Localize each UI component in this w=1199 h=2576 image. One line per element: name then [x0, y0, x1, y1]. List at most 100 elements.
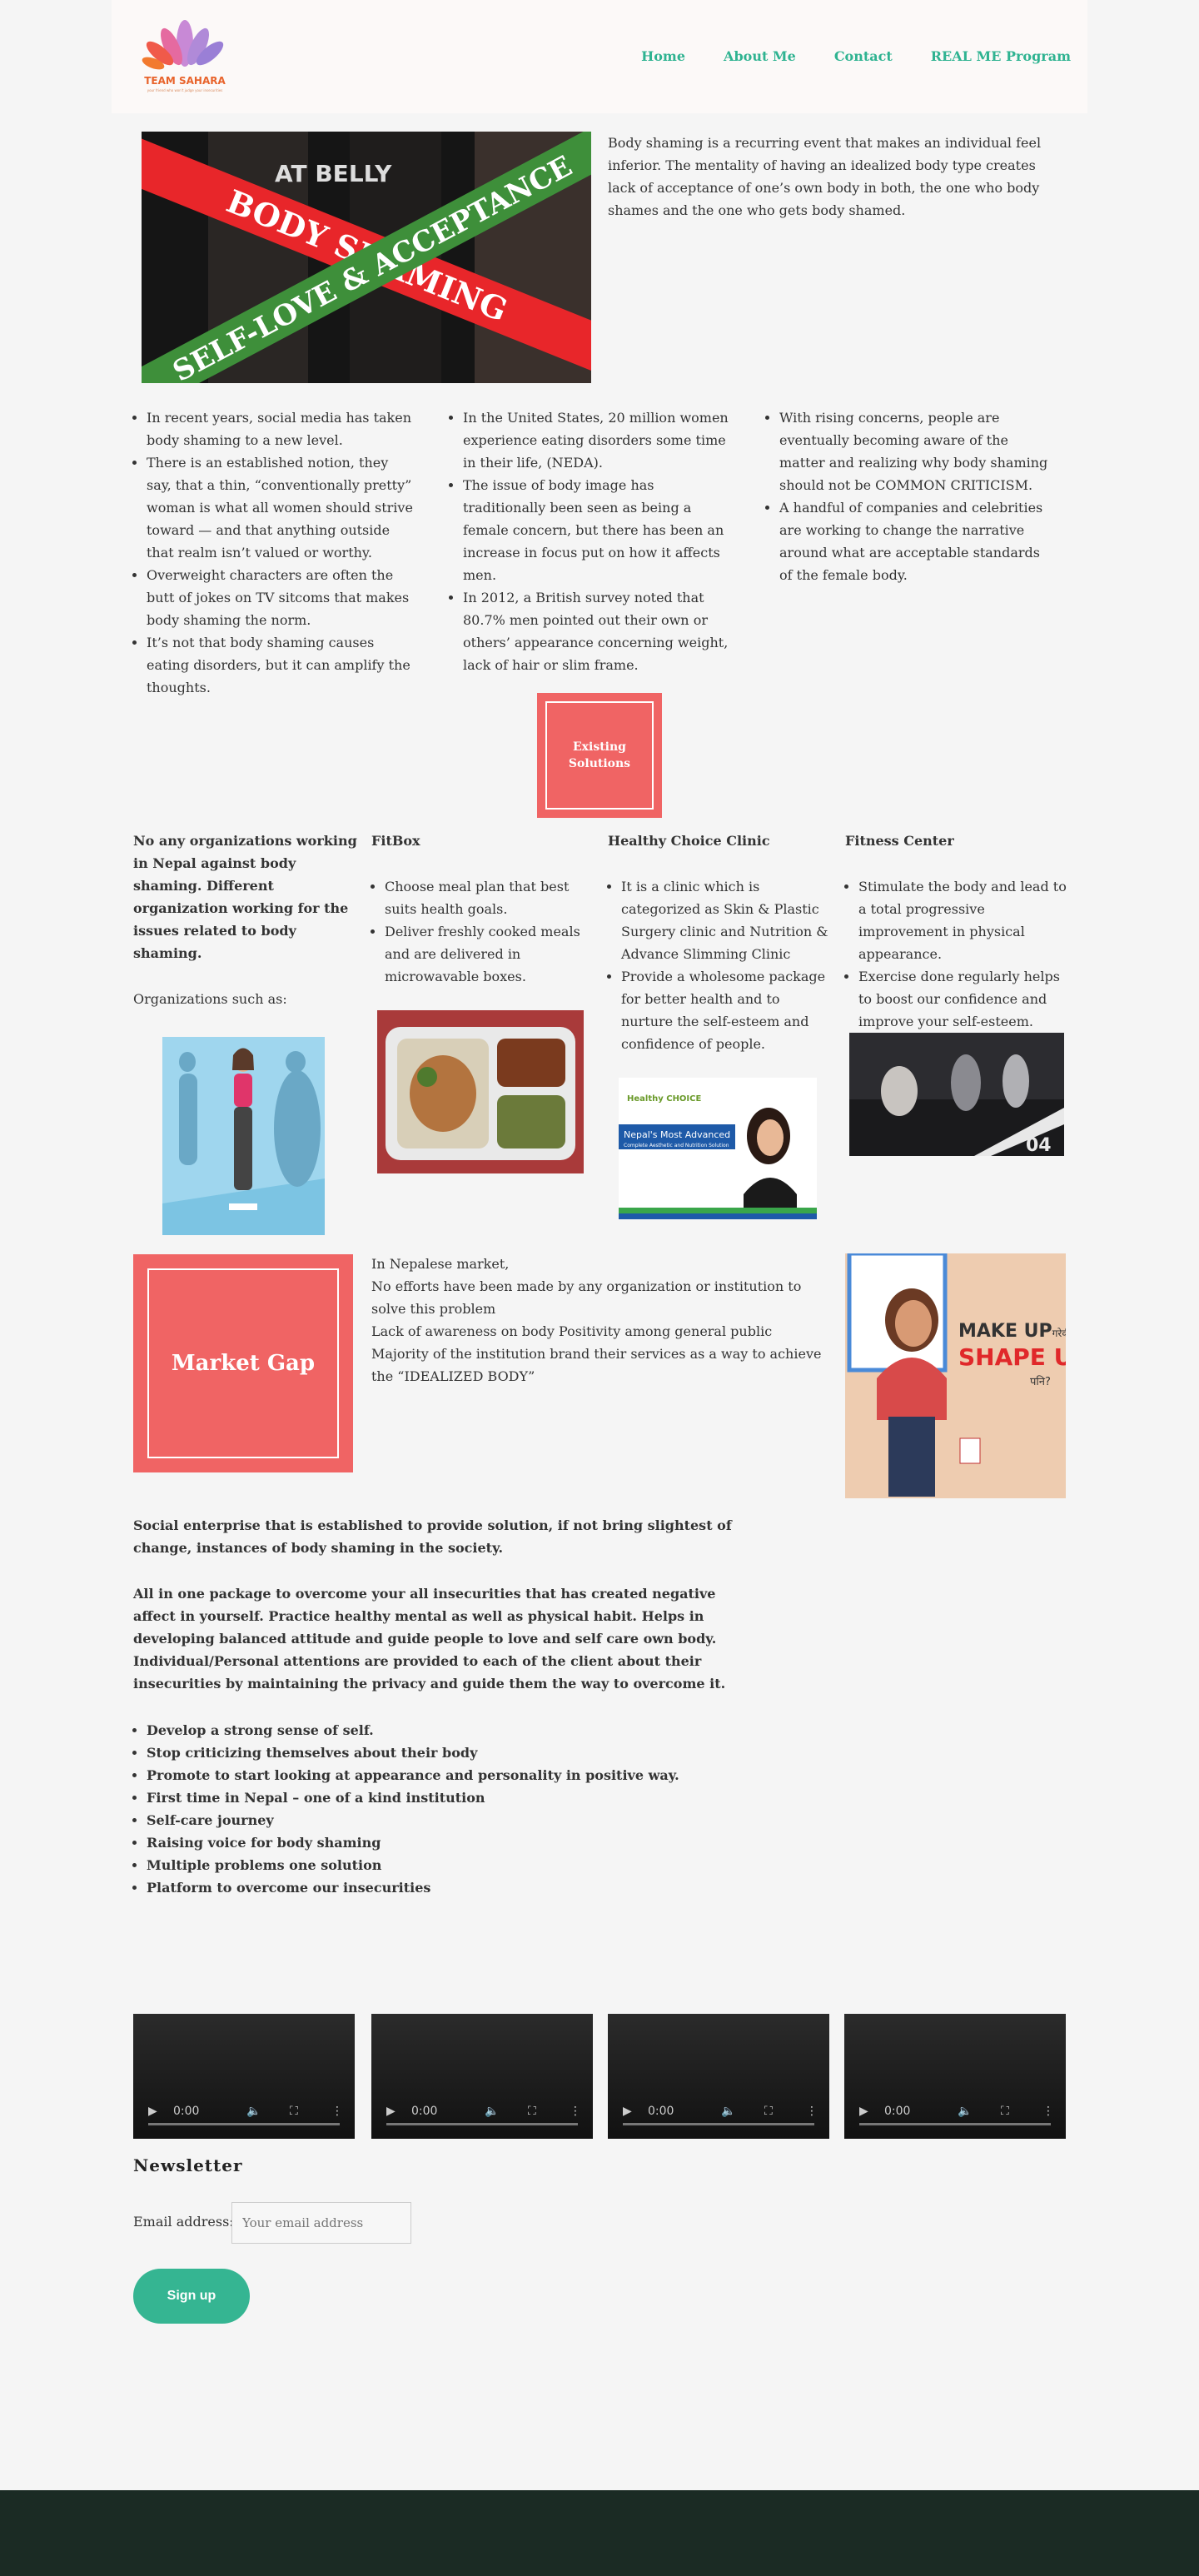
- ad-subtitle: Complete Aesthetic and Nutrition Solutio…: [624, 1143, 729, 1148]
- volume-icon[interactable]: 🔈: [485, 2100, 499, 2123]
- video-controls: ▶ 0:00 🔈 ⛶ ⋮: [371, 2100, 593, 2139]
- fitness-center-org: Fitness Center Stimulate the body and le…: [845, 830, 1070, 1033]
- list-item: It is a clinic which is categorized as S…: [621, 875, 833, 965]
- more-options-icon[interactable]: ⋮: [806, 2100, 818, 2123]
- list-item: There is an established notion, they say…: [147, 451, 416, 564]
- more-options-icon[interactable]: ⋮: [331, 2100, 343, 2123]
- email-input[interactable]: [231, 2202, 411, 2244]
- play-icon[interactable]: ▶: [623, 2100, 632, 2123]
- ad-logo-text: Healthy CHOICE: [627, 1094, 701, 1104]
- video-controls: ▶ 0:00 🔈 ⛶ ⋮: [844, 2100, 1066, 2139]
- facts-column-2: In the United States, 20 million women e…: [450, 406, 733, 676]
- list-item: Stop criticizing themselves about their …: [147, 1741, 766, 1764]
- play-icon[interactable]: ▶: [148, 2100, 157, 2123]
- existing-solutions-box: Existing Solutions: [537, 693, 662, 818]
- more-options-icon[interactable]: ⋮: [570, 2100, 581, 2123]
- ad-title: Nepal's Most Advanced: [624, 1129, 730, 1140]
- list-item: In 2012, a British survey noted that 80.…: [463, 586, 733, 676]
- healthy-choice-ad-image: Healthy CHOICE Nepal's Most Advanced Com…: [619, 1078, 817, 1219]
- orgs-intro: No any organizations working in Nepal ag…: [133, 830, 360, 1010]
- video-time: 0:00: [884, 2105, 911, 2118]
- makeup-shapeup-poster: MAKE UPगरेकी SHAPE UP पनि?: [845, 1253, 1066, 1498]
- video-progress-bar[interactable]: [623, 2123, 814, 2125]
- list-item: Multiple problems one solution: [147, 1854, 766, 1876]
- brand-name: TEAM SAHARA: [144, 75, 226, 87]
- nav-home[interactable]: Home: [641, 45, 685, 68]
- enterprise-benefits-list: Develop a strong sense of self. Stop cri…: [133, 1719, 766, 1899]
- body-types-image: [162, 1037, 325, 1235]
- facts-column-1: In recent years, social media has taken …: [133, 406, 416, 699]
- body-shaming-hero-image: AT BELLY BODY SHAMING SELF-LOVE & ACCEPT…: [142, 132, 591, 383]
- market-gap-line: Lack of awareness on body Positivity amo…: [371, 1323, 773, 1339]
- healthy-choice-org: Healthy Choice Clinic It is a clinic whi…: [608, 830, 833, 1055]
- healthy-choice-title: Healthy Choice Clinic: [608, 833, 770, 849]
- list-item: Platform to overcome our insecurities: [147, 1876, 766, 1899]
- existing-solutions-label: Existing Solutions: [545, 701, 654, 810]
- video-player-1[interactable]: ▶ 0:00 🔈 ⛶ ⋮: [133, 2014, 355, 2139]
- meal-box-image: [377, 1010, 584, 1173]
- fullscreen-icon[interactable]: ⛶: [528, 2100, 536, 2123]
- video-player-2[interactable]: ▶ 0:00 🔈 ⛶ ⋮: [371, 2014, 593, 2139]
- list-item: Deliver freshly cooked meals and are del…: [385, 920, 596, 988]
- list-item: The issue of body image has traditionall…: [463, 474, 733, 586]
- site-header: TEAM SAHARA your friend who won't judge …: [112, 0, 1087, 113]
- video-player-4[interactable]: ▶ 0:00 🔈 ⛶ ⋮: [844, 2014, 1066, 2139]
- video-controls: ▶ 0:00 🔈 ⛶ ⋮: [133, 2100, 355, 2139]
- poster-make-up: MAKE UPगरेकी: [958, 1321, 1066, 1342]
- enterprise-description: All in one package to overcome your all …: [133, 1586, 726, 1692]
- video-progress-bar[interactable]: [386, 2123, 578, 2125]
- list-item: Provide a wholesome package for better h…: [621, 965, 833, 1055]
- team-sahara-logo[interactable]: TEAM SAHARA your friend who won't judge …: [135, 18, 235, 98]
- nav-contact[interactable]: Contact: [834, 45, 893, 68]
- sign-up-button[interactable]: Sign up: [133, 2269, 250, 2324]
- enterprise-intro: Social enterprise that is established to…: [133, 1517, 732, 1556]
- video-progress-bar[interactable]: [148, 2123, 340, 2125]
- market-gap-text: In Nepalese market, No efforts have been…: [371, 1253, 829, 1388]
- gym-image-number: 04: [1026, 1135, 1052, 1156]
- list-item: In recent years, social media has taken …: [147, 406, 416, 451]
- orgs-intro-bold: No any organizations working in Nepal ag…: [133, 833, 357, 961]
- volume-icon[interactable]: 🔈: [721, 2100, 735, 2123]
- list-item: In the United States, 20 million women e…: [463, 406, 733, 474]
- list-item: Self-care journey: [147, 1809, 766, 1831]
- video-player-3[interactable]: ▶ 0:00 🔈 ⛶ ⋮: [608, 2014, 829, 2139]
- fullscreen-icon[interactable]: ⛶: [764, 2100, 773, 2123]
- email-label: Email address:: [133, 2214, 234, 2230]
- fullscreen-icon[interactable]: ⛶: [290, 2100, 298, 2123]
- list-item: First time in Nepal – one of a kind inst…: [147, 1786, 766, 1809]
- poster-shape-up: SHAPE UP: [958, 1343, 1066, 1371]
- fitness-center-title: Fitness Center: [845, 833, 954, 849]
- video-controls: ▶ 0:00 🔈 ⛶ ⋮: [608, 2100, 829, 2139]
- gym-image: 04: [849, 1033, 1064, 1156]
- list-item: Promote to start looking at appearance a…: [147, 1764, 766, 1786]
- market-gap-line: In Nepalese market,: [371, 1256, 510, 1272]
- orgs-intro-plain: Organizations such as:: [133, 991, 287, 1007]
- play-icon[interactable]: ▶: [859, 2100, 868, 2123]
- market-gap-box: Market Gap: [133, 1254, 353, 1472]
- video-time: 0:00: [411, 2105, 438, 2118]
- nav-about-me[interactable]: About Me: [724, 45, 796, 68]
- play-icon[interactable]: ▶: [386, 2100, 396, 2123]
- list-item: Overweight characters are often the butt…: [147, 564, 416, 631]
- hero-image-text-belly: AT BELLY: [275, 160, 392, 187]
- list-item: It’s not that body shaming causes eating…: [147, 631, 416, 699]
- facts-column-3: With rising concerns, people are eventua…: [766, 406, 1049, 586]
- site-footer: [0, 2490, 1199, 2576]
- more-options-icon[interactable]: ⋮: [1042, 2100, 1054, 2123]
- newsletter-title: Newsletter: [133, 2155, 243, 2175]
- fitbox-org: FitBox Choose meal plan that best suits …: [371, 830, 596, 988]
- fullscreen-icon[interactable]: ⛶: [1001, 2100, 1009, 2123]
- list-item: A handful of companies and celebrities a…: [779, 496, 1049, 586]
- list-item: With rising concerns, people are eventua…: [779, 406, 1049, 496]
- list-item: Exercise done regularly helps to boost o…: [858, 965, 1070, 1033]
- video-time: 0:00: [173, 2105, 200, 2118]
- video-progress-bar[interactable]: [859, 2123, 1051, 2125]
- volume-icon[interactable]: 🔈: [958, 2100, 972, 2123]
- hero-paragraph: Body shaming is a recurring event that m…: [608, 135, 1042, 218]
- market-gap-line: Majority of the institution brand their …: [371, 1346, 822, 1384]
- nav-real-me-program[interactable]: REAL ME Program: [931, 45, 1071, 68]
- list-item: Develop a strong sense of self.: [147, 1719, 766, 1741]
- fitbox-title: FitBox: [371, 833, 420, 849]
- list-item: Choose meal plan that best suits health …: [385, 875, 596, 920]
- volume-icon[interactable]: 🔈: [246, 2100, 261, 2123]
